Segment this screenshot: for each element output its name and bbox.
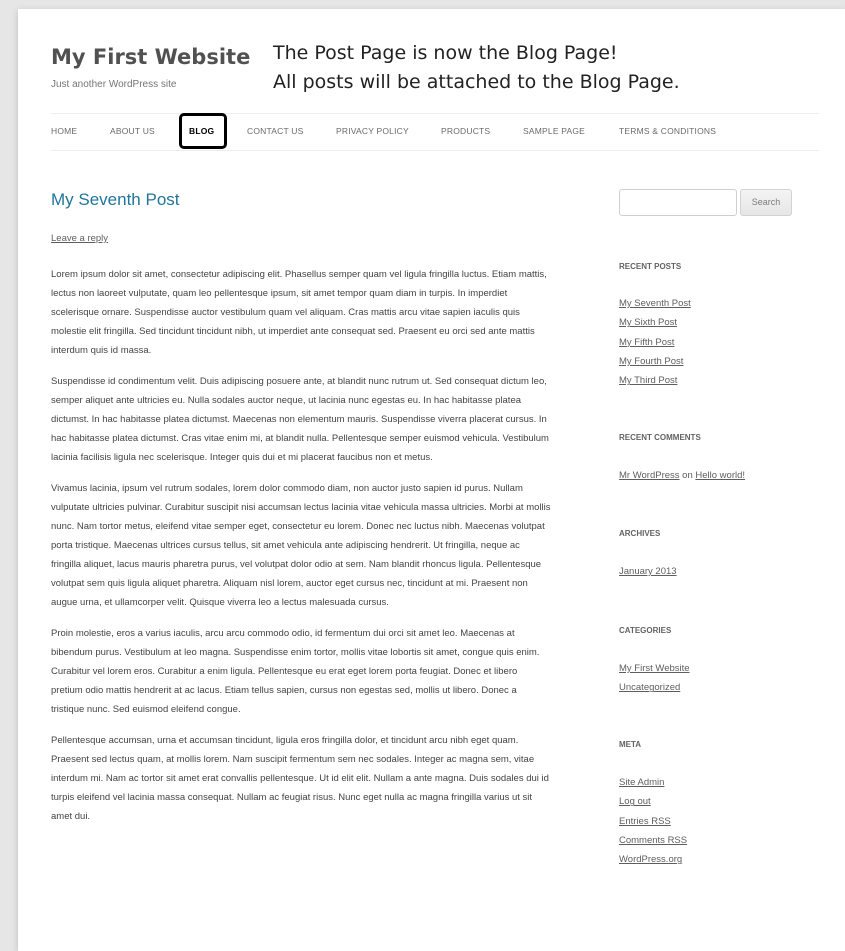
post-content: Lorem ipsum dolor sit amet, consectetur … <box>51 265 551 838</box>
recent-post-link[interactable]: My Third Post <box>619 375 677 386</box>
category-link[interactable]: My First Website <box>619 663 690 674</box>
search-button[interactable]: Search <box>740 189 792 216</box>
nav-item-products[interactable]: PRODUCTS <box>441 126 490 136</box>
recent-posts-list: My Seventh Post My Sixth Post My Fifth P… <box>619 294 691 390</box>
annotation-line-2: All posts will be attached to the Blog P… <box>273 71 680 93</box>
nav-item-home[interactable]: HOME <box>51 126 77 136</box>
site-tagline: Just another WordPress site <box>51 79 177 90</box>
comment-author-link[interactable]: Mr WordPress <box>619 470 680 481</box>
nav-item-privacy-policy[interactable]: PRIVACY POLICY <box>336 126 409 136</box>
nav-item-sample-page[interactable]: SAMPLE PAGE <box>523 126 585 136</box>
recent-post-link[interactable]: My Fifth Post <box>619 337 674 348</box>
leave-reply-link[interactable]: Leave a reply <box>51 233 108 244</box>
meta-link[interactable]: Site Admin <box>619 777 664 788</box>
recent-post-link[interactable]: My Seventh Post <box>619 298 691 309</box>
nav-item-contact-us[interactable]: CONTACT US <box>247 126 303 136</box>
meta-link[interactable]: Comments RSS <box>619 835 687 846</box>
page-container: My First Website Just another WordPress … <box>18 9 845 951</box>
site-title[interactable]: My First Website <box>51 45 250 69</box>
recent-posts-heading: RECENT POSTS <box>619 262 682 271</box>
recent-comments-list: Mr WordPress on Hello world! <box>619 466 745 485</box>
post-paragraph: Pellentesque accumsan, urna et accumsan … <box>51 735 549 822</box>
categories-list: My First Website Uncategorized <box>619 659 690 698</box>
comment-on-text: on <box>682 470 693 481</box>
archive-link[interactable]: January 2013 <box>619 566 677 577</box>
search-input[interactable] <box>619 189 737 216</box>
recent-post-link[interactable]: My Fourth Post <box>619 356 683 367</box>
categories-heading: CATEGORIES <box>619 626 672 635</box>
category-link[interactable]: Uncategorized <box>619 682 680 693</box>
meta-heading: META <box>619 740 642 749</box>
post-paragraph: Vivamus lacinia, ipsum vel rutrum sodale… <box>51 483 551 608</box>
post-paragraph: Suspendisse id condimentum velit. Duis a… <box>51 376 549 463</box>
blog-highlight-box <box>179 113 227 149</box>
post-paragraph: Proin molestie, eros a varius iaculis, a… <box>51 628 540 715</box>
meta-link[interactable]: Entries RSS <box>619 816 671 827</box>
post-title[interactable]: My Seventh Post <box>51 190 180 210</box>
comment-post-link[interactable]: Hello world! <box>695 470 745 481</box>
post-paragraph: Lorem ipsum dolor sit amet, consectetur … <box>51 269 547 356</box>
annotation-callout: The Post Page is now the Blog Page! All … <box>273 39 680 97</box>
recent-comments-heading: RECENT COMMENTS <box>619 433 701 442</box>
annotation-line-1: The Post Page is now the Blog Page! <box>273 42 618 64</box>
nav-item-terms-conditions[interactable]: TERMS & CONDITIONS <box>619 126 716 136</box>
recent-post-link[interactable]: My Sixth Post <box>619 317 677 328</box>
archives-list: January 2013 <box>619 562 677 581</box>
main-navigation: HOME ABOUT US BLOG CONTACT US PRIVACY PO… <box>51 113 819 151</box>
archives-heading: ARCHIVES <box>619 529 661 538</box>
meta-list: Site Admin Log out Entries RSS Comments … <box>619 773 687 869</box>
meta-link[interactable]: Log out <box>619 796 651 807</box>
meta-link[interactable]: WordPress.org <box>619 854 682 865</box>
nav-item-about-us[interactable]: ABOUT US <box>110 126 155 136</box>
